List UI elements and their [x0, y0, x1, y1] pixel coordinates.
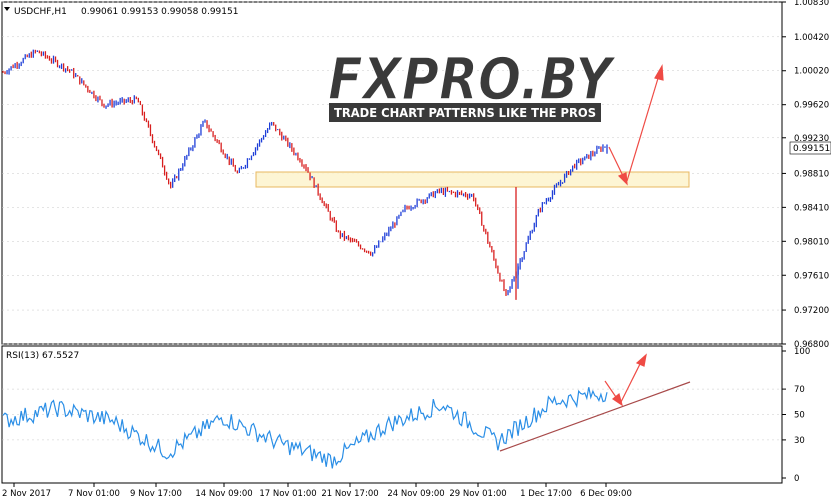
logo-text: FXPRO.BY: [328, 45, 616, 113]
time-tick-label: 7 Nov 01:00: [68, 489, 120, 499]
fxpro-logo-watermark: FXPRO.BY TRADE CHART PATTERNS LIKE THE P…: [327, 44, 617, 122]
price-tick-label: 1.00020: [794, 67, 829, 77]
time-tick-label: 2 Nov 2017: [2, 489, 51, 499]
ohlc-label: 0.99061 0.99153 0.99058 0.99151: [81, 7, 238, 17]
price-tick-label: 0.97610: [794, 271, 829, 281]
rsi-tick-label: 30: [794, 436, 805, 446]
time-tick-label: 24 Nov 09:00: [387, 489, 444, 499]
price-tick-label: 1.00830: [794, 0, 829, 8]
rsi-tick-label: 70: [794, 385, 805, 395]
logo-tagline: TRADE CHART PATTERNS LIKE THE PROS: [334, 106, 596, 120]
price-tick-label: 1.00420: [794, 33, 829, 43]
price-tick-label: 0.97200: [794, 306, 829, 316]
rsi-panel[interactable]: RSI(13) 67.5527: [1, 345, 783, 484]
main-price-panel[interactable]: FXPRO.BY TRADE CHART PATTERNS LIKE THE P…: [1, 1, 783, 345]
rsi-tick-label: 100: [794, 347, 810, 357]
time-tick-label: 29 Nov 01:00: [449, 489, 506, 499]
price-tick-label: 0.98410: [794, 203, 829, 213]
price-tick-label: 0.98810: [794, 169, 829, 179]
current-price-tag: 0.99151: [789, 141, 831, 155]
time-tick-label: 21 Nov 17:00: [321, 489, 378, 499]
rsi-tick-label: 0: [794, 474, 799, 484]
rsi-label: RSI(13) 67.5527: [6, 351, 79, 361]
current-price-label: 0.99151: [793, 144, 830, 154]
time-tick-label: 6 Dec 09:00: [580, 489, 632, 499]
time-tick-label: 14 Nov 09:00: [195, 489, 252, 499]
price-tick-label: 0.99620: [794, 101, 829, 111]
time-tick-label: 17 Nov 01:00: [259, 489, 316, 499]
time-tick-label: 1 Dec 17:00: [520, 489, 572, 499]
time-tick-label: 9 Nov 17:00: [130, 489, 182, 499]
rsi-tick-label: 50: [794, 411, 805, 421]
symbol-label: USDCHF,H1: [14, 7, 67, 17]
chart-terminal: FXPRO.BY TRADE CHART PATTERNS LIKE THE P…: [0, 0, 831, 504]
price-tick-label: 0.98010: [794, 237, 829, 247]
